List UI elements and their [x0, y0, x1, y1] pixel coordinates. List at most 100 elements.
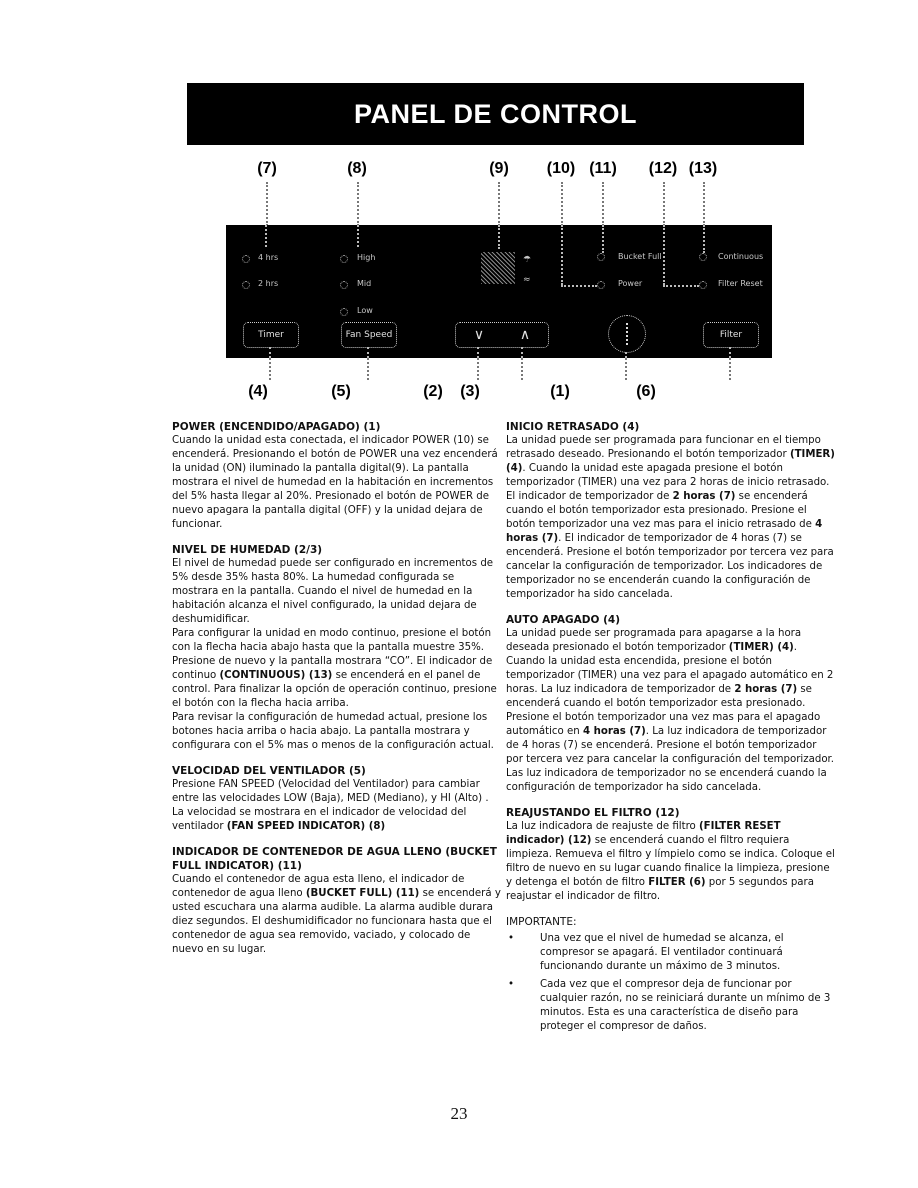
callout-12: (12) — [648, 160, 678, 177]
text-run-bold: FILTER (6) — [648, 877, 706, 888]
power-label: Power — [618, 279, 643, 288]
section-heading: INICIO RETRASADO (4) — [506, 421, 640, 433]
leader-line — [477, 358, 479, 380]
leader-line — [729, 358, 731, 380]
timer-2hrs-led-icon — [242, 281, 250, 289]
page-number: 23 — [450, 1104, 468, 1123]
bucket-full-led-icon — [597, 253, 605, 261]
leader-line — [561, 225, 563, 285]
timer-4hrs-label: 4 hrs — [258, 253, 279, 262]
list-item-text: Una vez que el nivel de humedad se alcan… — [540, 933, 784, 972]
timer-4hrs-led-icon — [242, 255, 250, 263]
leader-line — [357, 225, 359, 247]
callout-11: (11) — [589, 160, 617, 177]
text-run-bold: (CONTINUOUS) (13) — [219, 670, 333, 681]
section-body: El nivel de humedad puede ser configurad… — [172, 558, 494, 625]
leader-line — [266, 182, 268, 226]
text-run-bold: (FAN SPEED INDICATOR) (8) — [226, 821, 386, 832]
callout-5: (5) — [331, 383, 351, 400]
text-run-bold: 2 horas (7) — [734, 684, 798, 695]
control-panel-illustration: 4 hrs 2 hrs High Mid Low ☂ ≈ Bucket Full… — [226, 225, 772, 358]
important-list: • Una vez que el nivel de humedad se alca… — [506, 932, 836, 1034]
leader-line — [561, 182, 563, 226]
up-arrow-button[interactable]: ∧ — [520, 327, 530, 343]
leader-line — [703, 182, 705, 226]
section-fan-speed: VELOCIDAD DEL VENTILADOR (5) Presione FA… — [172, 764, 502, 834]
callout-2: (2) — [423, 383, 443, 400]
leader-line — [357, 182, 359, 226]
section-auto-off: AUTO APAGADO (4) La unidad puede ser pro… — [506, 613, 836, 795]
fan-low-led-icon — [340, 308, 348, 316]
callout-8: (8) — [347, 160, 367, 177]
section-heading: VELOCIDAD DEL VENTILADOR (5) — [172, 765, 366, 777]
callout-9: (9) — [489, 160, 509, 177]
leader-line — [521, 358, 523, 380]
callout-10: (10) — [546, 160, 576, 177]
leader-line — [477, 347, 479, 358]
section-humidity-level: NIVEL DE HUMEDAD (2/3) El nivel de humed… — [172, 543, 502, 753]
section-important: IMPORTANTE: • Una vez que el nivel de hum… — [506, 915, 836, 1034]
leader-line — [663, 182, 665, 226]
section-heading: NIVEL DE HUMEDAD (2/3) — [172, 544, 323, 556]
leader-line — [561, 285, 597, 287]
callout-7: (7) — [257, 160, 277, 177]
section-body: Cuando el contenedor de agua esta lleno,… — [172, 873, 502, 957]
leader-line — [498, 225, 500, 249]
leader-line — [269, 358, 271, 380]
section-heading: POWER (ENCENDIDO/APAGADO) (1) — [172, 421, 381, 433]
power-icon — [626, 323, 628, 345]
continuous-led-icon — [699, 253, 707, 261]
fan-icon: ≈ — [523, 275, 531, 285]
leader-line — [498, 182, 500, 226]
fan-mid-label: Mid — [357, 279, 372, 288]
filter-button[interactable]: Filter — [703, 322, 759, 348]
filter-reset-led-icon — [699, 281, 707, 289]
title-banner: PANEL DE CONTROL — [187, 83, 804, 145]
section-heading: AUTO APAGADO (4) — [506, 614, 621, 626]
section-filter-reset: REAJUSTANDO EL FILTRO (12) La luz indica… — [506, 806, 836, 904]
down-arrow-button[interactable]: ∨ — [474, 327, 484, 343]
power-button[interactable] — [608, 315, 646, 353]
humidity-arrow-buttons: ∨ ∧ — [455, 322, 549, 348]
leader-line — [265, 225, 267, 247]
right-column: INICIO RETRASADO (4) La unidad puede ser… — [506, 420, 836, 1045]
leader-line — [269, 347, 271, 358]
list-item: • Cada vez que el compresor deja de funci… — [506, 978, 836, 1034]
section-body: La unidad puede ser programada para apag… — [506, 627, 836, 795]
timer-button[interactable]: Timer — [243, 322, 299, 348]
leader-line — [367, 358, 369, 380]
leader-line — [625, 358, 627, 380]
text-run-bold: (BUCKET FULL) (11) — [305, 888, 420, 899]
fan-mid-led-icon — [340, 281, 348, 289]
callout-4: (4) — [248, 383, 268, 400]
section-delayed-start: INICIO RETRASADO (4) La unidad puede ser… — [506, 420, 836, 602]
text-run: La luz indicadora de reajuste de filtro — [506, 821, 700, 832]
section-bucket-full: INDICADOR DE CONTENEDOR DE AGUA LLENO (B… — [172, 845, 502, 957]
fan-high-label: High — [357, 253, 376, 262]
section-body: La unidad puede ser programada para func… — [506, 434, 836, 602]
fan-low-label: Low — [357, 306, 373, 315]
bucket-full-label: Bucket Full — [618, 252, 662, 261]
text-run-bold: 4 horas (7) — [582, 726, 646, 737]
leader-line — [367, 347, 369, 358]
fan-speed-button[interactable]: Fan Speed — [341, 322, 397, 348]
page-title: PANEL DE CONTROL — [353, 98, 637, 129]
section-power: POWER (ENCENDIDO/APAGADO) (1) Cuando la … — [172, 420, 502, 532]
leader-line — [602, 182, 604, 226]
section-heading: IMPORTANTE: — [506, 916, 577, 928]
section-body: Para configurar la unidad en modo contin… — [172, 627, 502, 711]
continuous-label: Continuous — [718, 252, 764, 261]
leader-line — [602, 225, 604, 253]
bullet-icon: • — [508, 979, 515, 990]
section-body: Presione FAN SPEED (Velocidad del Ventil… — [172, 778, 502, 834]
leader-line — [663, 225, 665, 285]
leader-line — [521, 347, 523, 358]
filter-reset-label: Filter Reset — [718, 279, 763, 288]
callout-13: (13) — [688, 160, 718, 177]
section-heading: REAJUSTANDO EL FILTRO (12) — [506, 807, 680, 819]
callout-1: (1) — [550, 383, 570, 400]
power-led-icon — [597, 281, 605, 289]
section-body: La luz indicadora de reajuste de filtro … — [506, 820, 836, 904]
leader-line — [703, 225, 705, 253]
section-body: Cuando la unidad esta conectada, el indi… — [172, 435, 498, 530]
